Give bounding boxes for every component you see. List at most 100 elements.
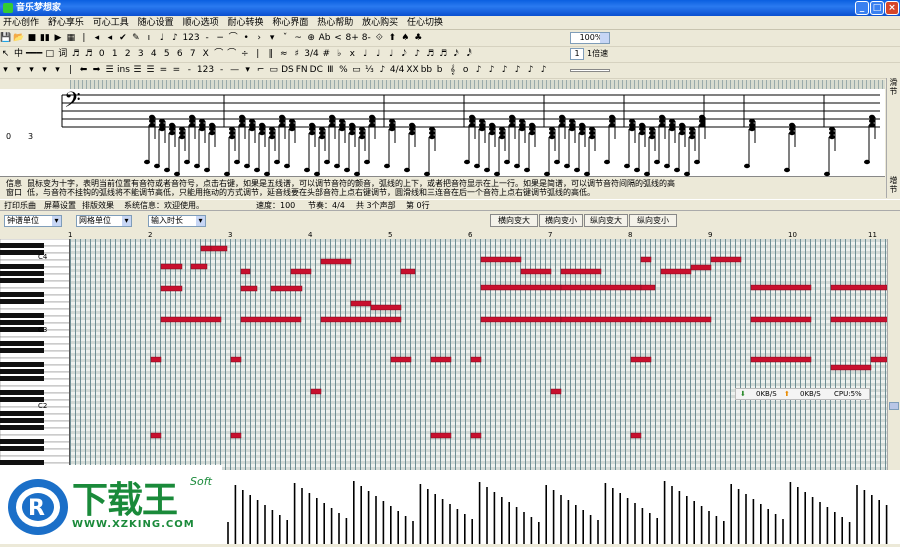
toolbar-row2-button-24[interactable]: # (321, 47, 332, 62)
toolbar-row2-button-26[interactable]: x (347, 47, 358, 62)
toolbar-row1-button-16[interactable]: − (215, 31, 226, 46)
toolbar-row2-button-13[interactable]: 6 (174, 47, 185, 62)
toolbar-row3-button-38[interactable]: ♪ (512, 63, 523, 78)
toolbar-row3-button-32[interactable]: b (434, 63, 445, 78)
toolbar-row1-button-1[interactable]: 📂 (13, 31, 24, 46)
side-label-1[interactable]: 滑 (887, 78, 900, 87)
toolbar-row3-button-35[interactable]: ♪ (473, 63, 484, 78)
toolbar-row2-button-28[interactable]: ♩ (373, 47, 384, 62)
toolbar-row1-button-3[interactable]: ▮▮ (39, 31, 50, 46)
toolbar-row1-button-4[interactable]: ▶ (52, 31, 63, 46)
toolbar-row3-button-2[interactable]: ▾ (26, 63, 37, 78)
toolbar-row3-button-31[interactable]: bb (421, 63, 432, 78)
v-zoom-out-button[interactable]: 纵向变小 (629, 214, 677, 227)
toolbar-row1-button-13[interactable]: ♪ (169, 31, 180, 46)
toolbar-row1-button-12[interactable]: ♩ (156, 31, 167, 46)
volume-slider[interactable] (570, 69, 610, 72)
menu-convert[interactable]: 耐心转换 (224, 16, 266, 30)
toolbar-row1-button-9[interactable]: ✔ (117, 31, 128, 46)
toolbar-row2-button-5[interactable]: ♬ (70, 47, 81, 62)
toolbar-row2-button-9[interactable]: 2 (122, 47, 133, 62)
toolbar-row2-button-12[interactable]: 5 (161, 47, 172, 62)
toolbar-row1-button-2[interactable]: ■ (26, 31, 37, 46)
toolbar-row1-button-31[interactable]: ♣ (413, 31, 424, 46)
toolbar-row3-button-14[interactable]: - (184, 63, 195, 78)
toolbar-row1-button-11[interactable]: ı (143, 31, 154, 46)
menu-switch[interactable]: 任心切换 (404, 16, 446, 30)
toolbar-row2-button-16[interactable]: ⌒ (213, 47, 224, 62)
toolbar-row3-button-37[interactable]: ♪ (499, 63, 510, 78)
toolbar-row3-button-10[interactable]: ☰ (132, 63, 143, 78)
toolbar-row2-button-10[interactable]: 3 (135, 47, 146, 62)
piano-roll-scrollbar[interactable] (887, 239, 900, 470)
score-view[interactable]: 𝄢 0 3 (0, 88, 885, 177)
toolbar-row1-button-15[interactable]: - (202, 31, 213, 46)
toolbar-row2-button-19[interactable]: | (252, 47, 263, 62)
toolbar-row2-button-32[interactable]: ♬ (425, 47, 436, 62)
toolbar-row2-button-34[interactable]: 𝅘𝅥𝅯 (451, 47, 462, 62)
toolbar-row2-button-0[interactable]: ↖ (0, 47, 11, 62)
toolbar-row3-button-27[interactable]: ⅓ (364, 63, 375, 78)
toolbar-row2-button-14[interactable]: 7 (187, 47, 198, 62)
input-length-select[interactable]: 输入时长 (148, 215, 206, 227)
toolbar-row3-button-13[interactable]: = (171, 63, 182, 78)
speed-input[interactable]: 1 (570, 48, 584, 60)
toolbar-row1-button-27[interactable]: 8- (361, 31, 372, 46)
toolbar-row3-button-29[interactable]: 4/4 (390, 63, 404, 78)
toolbar-row3-button-19[interactable]: ⌐ (255, 63, 266, 78)
piano-roll-grid[interactable] (70, 239, 887, 470)
toolbar-row3-button-8[interactable]: ☰ (104, 63, 115, 78)
side-label-3[interactable]: 增 (887, 176, 900, 185)
toolbar-row3-button-0[interactable]: ▾ (0, 63, 11, 78)
toolbar-row3-button-26[interactable]: ▭ (351, 63, 362, 78)
toolbar-row2-button-22[interactable]: ♯ (291, 47, 302, 62)
menu-settings[interactable]: 随心设置 (135, 16, 177, 30)
toolbar-row1-button-28[interactable]: ⟐ (374, 31, 385, 46)
piano-keyboard[interactable]: C4 C3 C2 (0, 239, 70, 470)
toolbar-row2-button-18[interactable]: ÷ (239, 47, 250, 62)
toolbar-row2-button-1[interactable]: 中 (13, 47, 24, 62)
toolbar-row1-button-5[interactable]: ▦ (65, 31, 76, 46)
toolbar-row1-button-0[interactable]: 💾 (0, 31, 11, 46)
menu-options[interactable]: 顺心选项 (180, 16, 222, 30)
toolbar-row2-button-17[interactable]: ⌒ (226, 47, 237, 62)
toolbar-row3-button-9[interactable]: ins (117, 63, 130, 78)
toolbar-row1-button-25[interactable]: < (333, 31, 344, 46)
close-button[interactable]: × (885, 1, 899, 15)
toolbar-row3-button-4[interactable]: ▾ (52, 63, 63, 78)
menu-interface[interactable]: 称心界面 (269, 16, 311, 30)
toolbar-row1-button-18[interactable]: • (241, 31, 252, 46)
toolbar-row3-button-20[interactable]: ▭ (268, 63, 279, 78)
score-unit-select[interactable]: 钟谱单位 (4, 215, 62, 227)
toolbar-row3-button-21[interactable]: DS (281, 63, 294, 78)
menu-create[interactable]: 开心创作 (0, 16, 42, 30)
toolbar-row2-button-30[interactable]: 𝅘𝅥𝅮 (399, 47, 410, 62)
toolbar-row3-button-22[interactable]: FN (296, 63, 308, 78)
menu-help[interactable]: 热心帮助 (314, 16, 356, 30)
side-label-2[interactable]: 节 (887, 87, 900, 96)
toolbar-row1-button-23[interactable]: ⊕ (306, 31, 317, 46)
toolbar-row2-button-11[interactable]: 4 (148, 47, 159, 62)
v-zoom-in-button[interactable]: 纵向变大 (584, 214, 628, 227)
toolbar-row2-button-25[interactable]: ♭ (334, 47, 345, 62)
menu-buy[interactable]: 放心购买 (359, 16, 401, 30)
minimize-button[interactable]: _ (855, 1, 869, 15)
toolbar-row2-button-33[interactable]: ♬ (438, 47, 449, 62)
toolbar-row1-button-26[interactable]: 8+ (346, 31, 359, 46)
scroll-thumb[interactable] (889, 402, 899, 410)
grid-unit-select[interactable]: 网格单位 (76, 215, 132, 227)
toolbar-row3-button-17[interactable]: — (229, 63, 240, 78)
h-zoom-in-button[interactable]: 横向变大 (490, 214, 538, 227)
toolbar-row2-button-20[interactable]: ‖ (265, 47, 276, 62)
toolbar-row3-button-25[interactable]: % (338, 63, 349, 78)
toolbar-row1-button-17[interactable]: ⌒ (228, 31, 239, 46)
toolbar-row1-button-19[interactable]: › (254, 31, 265, 46)
toolbar-row3-button-33[interactable]: 𝄞 (447, 63, 458, 78)
toolbar-row2-button-35[interactable]: 𝅘𝅥𝅰 (464, 47, 475, 62)
toolbar-row3-button-3[interactable]: ▾ (39, 63, 50, 78)
toolbar-row3-button-40[interactable]: ♪ (538, 63, 549, 78)
toolbar-row1-button-24[interactable]: Ab (319, 31, 331, 46)
toolbar-row3-button-39[interactable]: ♪ (525, 63, 536, 78)
toolbar-row2-button-23[interactable]: 3/4 (304, 47, 318, 62)
toolbar-row2-button-27[interactable]: ♩ (360, 47, 371, 62)
